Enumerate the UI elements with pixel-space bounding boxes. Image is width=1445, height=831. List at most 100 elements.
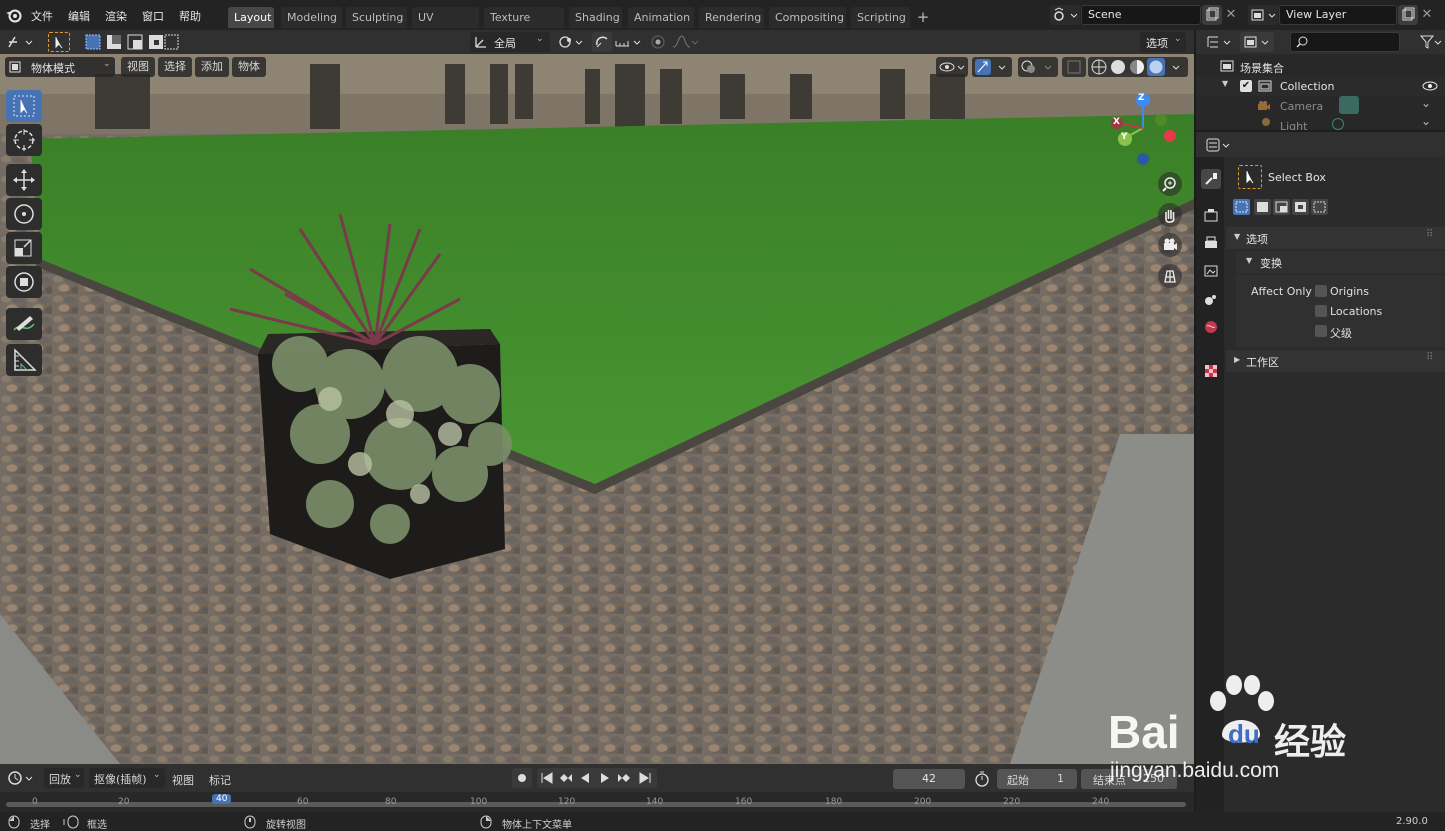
outliner-row-collection[interactable]: ▼ ✔ Collection — [1196, 76, 1445, 96]
playback-menu[interactable]: 回放 ⌄ — [44, 768, 84, 788]
timeline-marker-menu[interactable]: 标记 — [209, 772, 231, 788]
menu-window[interactable]: 窗口 — [142, 8, 164, 24]
workspace-section-header[interactable]: ▶ 工作区 ⠿ — [1226, 350, 1445, 372]
new-view-layer-icon[interactable] — [1398, 5, 1418, 25]
delete-view-layer-icon[interactable]: ✕ — [1418, 5, 1436, 25]
record-icon[interactable] — [512, 768, 532, 788]
tool-annotate[interactable] — [6, 308, 42, 340]
render-tab-icon[interactable] — [1201, 205, 1221, 225]
tab-shading[interactable]: Shading — [569, 7, 622, 28]
tab-uv-editing[interactable]: UV Editing — [412, 7, 479, 45]
tool-tab-icon[interactable] — [1201, 169, 1221, 189]
tab-sculpting[interactable]: Sculpting — [346, 7, 407, 28]
new-scene-icon[interactable] — [1202, 5, 1222, 25]
filter-icon[interactable] — [1418, 32, 1442, 52]
transform-orientation-dropdown[interactable]: 全局 ⌄ — [470, 32, 550, 52]
view-layer-field[interactable]: View Layer — [1279, 5, 1397, 25]
navigation-gizmo[interactable]: Z Y X — [1103, 88, 1183, 168]
locations-checkbox[interactable] — [1315, 305, 1327, 317]
timeline-editor-type-icon[interactable] — [5, 768, 37, 788]
menu-edit[interactable]: 编辑 — [68, 8, 90, 24]
editor-type-icon[interactable] — [5, 32, 35, 52]
properties-editor-type-icon[interactable] — [1204, 135, 1234, 155]
display-mode-icon[interactable] — [1240, 32, 1274, 52]
pan-hand-icon[interactable] — [1158, 203, 1182, 227]
snap-toggle-icon[interactable] — [592, 32, 612, 52]
gizmo-toggle-icon[interactable] — [972, 57, 1012, 77]
tool-select-box[interactable] — [6, 90, 42, 122]
visibility-icon[interactable] — [936, 57, 968, 77]
scene-tab-icon[interactable] — [1201, 289, 1221, 309]
proportional-edit-icon[interactable] — [648, 32, 668, 52]
outliner-row-scene-collection[interactable]: 场景集合 — [1196, 56, 1445, 76]
tab-animation[interactable]: Animation — [628, 7, 694, 28]
camera-data-icon[interactable] — [1339, 96, 1359, 114]
xray-icon[interactable] — [1062, 57, 1086, 77]
snap-target-icon[interactable] — [613, 32, 643, 52]
timeline-view-menu[interactable]: 视图 — [172, 772, 194, 788]
menu-select[interactable]: 选择 — [158, 57, 192, 77]
end-frame-field[interactable]: 结束点 250 — [1081, 769, 1177, 789]
shading-mode-buttons[interactable] — [1088, 57, 1188, 77]
zoom-icon[interactable] — [1158, 172, 1182, 196]
scene-browse-icon[interactable] — [1050, 5, 1080, 25]
tab-texture-paint[interactable]: Texture Paint — [484, 7, 564, 45]
tool-select-mode-buttons[interactable] — [1232, 197, 1328, 217]
expand-arrow-icon[interactable]: ▼ — [1222, 79, 1228, 88]
drag-handle-icon[interactable]: ⠿ — [1426, 229, 1433, 240]
pivot-point-icon[interactable] — [556, 32, 586, 52]
collection-checkbox[interactable]: ✔ — [1240, 80, 1252, 92]
world-tab-icon[interactable] — [1201, 317, 1221, 337]
outliner-row-light[interactable]: Light ⌄ — [1196, 116, 1445, 130]
perspective-grid-icon[interactable] — [1158, 264, 1182, 288]
drag-handle-icon[interactable]: ⠿ — [1426, 352, 1433, 363]
selection-mode-buttons[interactable] — [85, 33, 179, 51]
transform-subsection-header[interactable]: ▼ 变换 — [1236, 251, 1445, 273]
menu-add[interactable]: 添加 — [195, 57, 229, 77]
origins-checkbox[interactable] — [1315, 285, 1327, 297]
tab-compositing[interactable]: Compositing — [769, 7, 846, 28]
tool-scale[interactable] — [6, 232, 42, 264]
menu-object[interactable]: 物体 — [232, 57, 266, 77]
output-tab-icon[interactable] — [1201, 233, 1221, 253]
overlays-icon[interactable] — [1018, 57, 1058, 77]
start-frame-field[interactable]: 起始 1 — [997, 769, 1077, 789]
menu-help[interactable]: 帮助 — [179, 8, 201, 24]
camera-view-icon[interactable] — [1158, 233, 1182, 257]
tab-scripting[interactable]: Scripting — [851, 7, 910, 28]
stopwatch-icon[interactable] — [972, 769, 992, 789]
add-workspace-icon[interactable]: + — [915, 7, 931, 27]
outliner-editor-type-icon[interactable] — [1204, 32, 1234, 52]
delete-scene-icon[interactable]: ✕ — [1222, 5, 1240, 25]
area-divider[interactable] — [1194, 764, 1196, 812]
view-layer-tab-icon[interactable] — [1201, 261, 1221, 281]
playhead-frame[interactable]: 40 — [212, 794, 232, 804]
menu-render[interactable]: 渲染 — [105, 8, 127, 24]
select-mode-icon[interactable] — [48, 32, 70, 52]
light-data-icon[interactable] — [1332, 118, 1344, 130]
options-dropdown[interactable]: 选项 ⌄ — [1140, 32, 1186, 52]
current-frame-field[interactable]: 42 — [893, 769, 965, 789]
outliner-search-input[interactable] — [1290, 32, 1400, 52]
menu-file[interactable]: 文件 — [31, 8, 53, 24]
3d-viewport[interactable]: 物体模式 ⌄ 视图 选择 添加 物体 Z Y X — [0, 54, 1194, 764]
tool-transform[interactable] — [6, 266, 42, 298]
texture-tab-icon[interactable] — [1201, 361, 1221, 381]
tab-modeling[interactable]: Modeling — [281, 7, 342, 28]
playback-controls[interactable] — [537, 768, 657, 788]
blender-logo-icon[interactable] — [5, 7, 23, 23]
tool-cursor[interactable] — [6, 124, 42, 156]
tool-move[interactable] — [6, 164, 42, 196]
falloff-icon[interactable] — [670, 32, 700, 52]
outliner-row-camera[interactable]: Camera ⌄ — [1196, 96, 1445, 116]
options-section-header[interactable]: ▼ 选项 ⠿ — [1226, 227, 1445, 249]
parents-checkbox[interactable] — [1315, 325, 1327, 337]
tool-rotate[interactable] — [6, 198, 42, 230]
keying-menu[interactable]: 抠像(插帧) ⌄ — [89, 768, 165, 788]
tab-rendering[interactable]: Rendering — [699, 7, 764, 28]
menu-view[interactable]: 视图 — [121, 57, 155, 77]
view-layer-browse-icon[interactable] — [1248, 5, 1278, 25]
tab-layout[interactable]: Layout — [228, 7, 274, 28]
scene-name-field[interactable]: Scene — [1081, 5, 1201, 25]
mode-dropdown[interactable]: 物体模式 ⌄ — [5, 57, 115, 77]
